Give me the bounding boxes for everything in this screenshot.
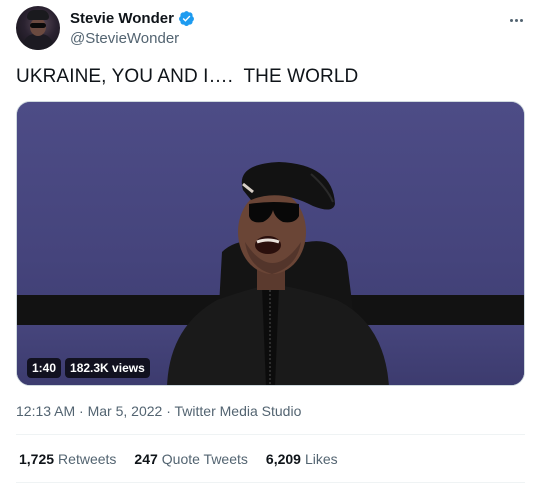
likes-count: 6,209 <box>265 451 301 467</box>
engagement-stats: 1,725 Retweets 247 Quote Tweets 6,209 Li… <box>19 451 338 467</box>
author-handle[interactable]: @StevieWonder <box>70 30 179 47</box>
author-display-name[interactable]: Stevie Wonder <box>70 10 174 27</box>
meta-separator: · <box>75 403 88 419</box>
meta-separator: · <box>162 403 175 419</box>
likes-label: Likes <box>304 451 338 467</box>
video-badges: 1:40 182.3K views <box>27 358 150 378</box>
video-views-badge: 182.3K views <box>65 358 150 378</box>
author-name-row: Stevie Wonder <box>70 10 195 27</box>
tweet-time[interactable]: 12:13 AM <box>16 403 75 419</box>
tweet-metadata: 12:13 AM · Mar 5, 2022 · Twitter Media S… <box>16 403 301 419</box>
quote-tweets-label: Quote Tweets <box>161 451 248 467</box>
more-horizontal-icon[interactable] <box>506 10 526 30</box>
tweet-source[interactable]: Twitter Media Studio <box>175 403 302 419</box>
video-player[interactable]: 1:40 182.3K views <box>16 101 525 386</box>
tweet: Stevie Wonder @StevieWonder UKRAINE, YOU… <box>0 0 543 483</box>
quote-tweets-count: 247 <box>134 451 158 467</box>
avatar-body-shape <box>23 34 53 50</box>
quote-tweets-stat[interactable]: 247 Quote Tweets <box>134 451 248 467</box>
retweets-count: 1,725 <box>19 451 55 467</box>
tweet-text: UKRAINE, YOU AND I…. THE WORLD <box>16 66 359 87</box>
verified-badge-icon <box>178 10 195 27</box>
avatar-cap-shape <box>27 10 49 20</box>
avatar[interactable] <box>16 6 60 50</box>
video-frame-person <box>167 162 389 385</box>
avatar-sunglasses-shape <box>30 23 46 28</box>
tweet-date[interactable]: Mar 5, 2022 <box>88 403 163 419</box>
likes-stat[interactable]: 6,209 Likes <box>266 451 338 467</box>
retweets-label: Retweets <box>58 451 117 467</box>
divider <box>16 434 525 435</box>
retweets-stat[interactable]: 1,725 Retweets <box>19 451 116 467</box>
video-duration-badge: 1:40 <box>27 358 62 378</box>
